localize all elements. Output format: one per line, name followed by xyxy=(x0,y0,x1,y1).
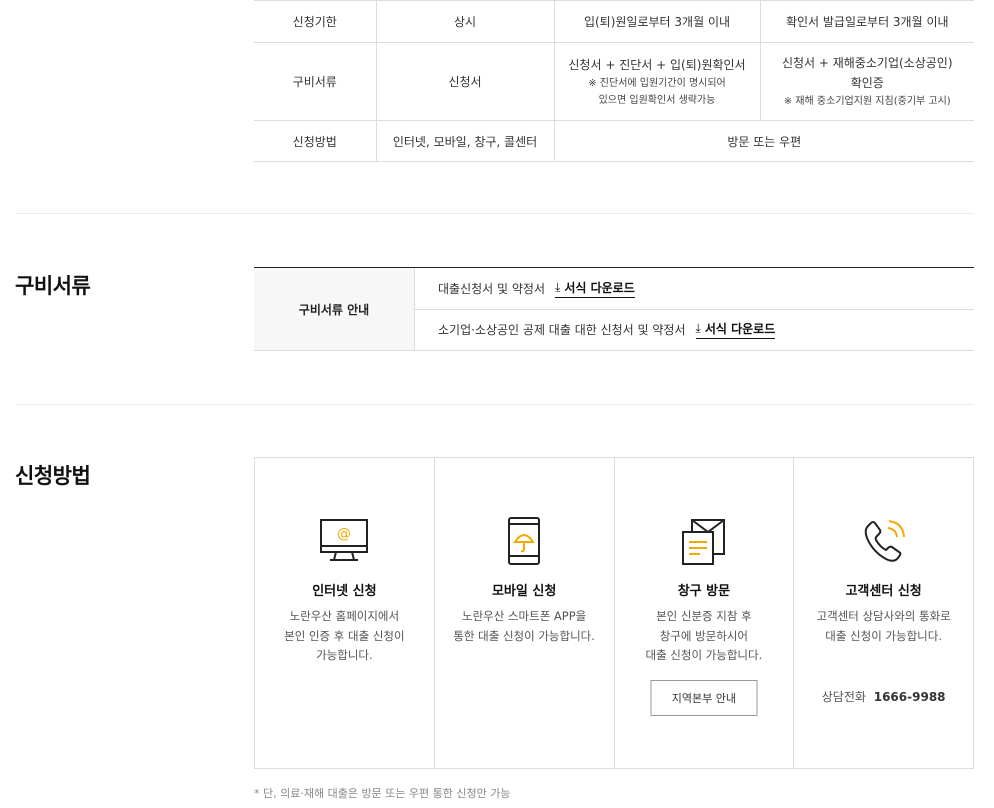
cell-note: ※ 재해 중소기업지원 지침(중기부 고시) xyxy=(783,96,951,107)
documents-table: 구비서류 안내 대출신청서 및 약정서 ⤓ 서식 다운로드 소기업·소상공인 공… xyxy=(254,267,974,351)
download-form-link[interactable]: ⤓ 서식 다운로드 xyxy=(555,279,635,298)
method-card-internet: @ 인터넷 신청 노란우산 홈페이지에서 본인 인증 후 대출 신청이 가능합니… xyxy=(255,458,434,768)
method-title: 고객센터 신청 xyxy=(845,584,922,599)
method-title: 창구 방문 xyxy=(677,584,731,599)
loan-conditions-table: 신청기한 상시 입(퇴)원일로부터 3개월 이내 확인서 발급일로부터 3개월 … xyxy=(254,0,974,162)
table-cell: 신청서 + 재해중소기업(소상공인) 확인증 ※ 재해 중소기업지원 지침(중기… xyxy=(759,42,974,121)
svg-text:@: @ xyxy=(337,526,351,542)
method-description: 노란우산 스마트폰 APP을 통한 대출 신청이 가능합니다. xyxy=(453,609,595,643)
document-name: 대출신청서 및 약정서 xyxy=(438,281,545,296)
application-methods: @ 인터넷 신청 노란우산 홈페이지에서 본인 인증 후 대출 신청이 가능합니… xyxy=(254,457,974,769)
download-link-label: 서식 다운로드 xyxy=(704,322,776,337)
method-description: 노란우산 홈페이지에서 본인 인증 후 대출 신청이 가능합니다. xyxy=(284,609,405,662)
list-item: 대출신청서 및 약정서 ⤓ 서식 다운로드 xyxy=(415,268,974,309)
cell-main-text: 신청서 + 진단서 + 입(퇴)원확인서 xyxy=(568,57,746,72)
table-cell: 상시 xyxy=(375,0,554,43)
phone-call-icon xyxy=(864,520,905,562)
call-center-phone: 상담전화 1666-9988 xyxy=(794,688,973,705)
row-label: 신청기한 xyxy=(254,0,376,43)
table-cell: 신청서 + 진단서 + 입(퇴)원확인서 ※ 진단서에 입원기간이 명시되어 있… xyxy=(553,42,760,121)
table-cell: 입(퇴)원일로부터 3개월 이내 xyxy=(553,0,760,43)
table-cell: 확인서 발급일로부터 3개월 이내 xyxy=(759,0,974,43)
table-cell: 신청서 xyxy=(375,42,554,121)
method-card-branch: 창구 방문 본인 신분증 지참 후 창구에 방문하시어 대출 신청이 가능합니다… xyxy=(613,458,794,768)
download-form-link[interactable]: ⤓ 서식 다운로드 xyxy=(695,320,776,340)
section-title-methods: 신청방법 xyxy=(15,464,91,488)
download-icon: ⤓ xyxy=(695,321,701,336)
download-link-label: 서식 다운로드 xyxy=(564,280,635,295)
section-divider xyxy=(15,404,974,405)
method-title: 모바일 신청 xyxy=(491,584,557,599)
table-row: 구비서류 신청서 신청서 + 진단서 + 입(퇴)원확인서 ※ 진단서에 입원기… xyxy=(254,42,974,121)
method-title: 인터넷 신청 xyxy=(312,584,377,599)
cell-main-text: 신청서 + 재해중소기업(소상공인) 확인증 xyxy=(781,56,953,90)
envelope-document-icon xyxy=(681,519,725,565)
smartphone-umbrella-icon xyxy=(508,517,541,565)
table-cell: 방문 또는 우편 xyxy=(553,120,974,162)
row-label: 구비서류 xyxy=(254,42,376,121)
method-card-mobile: 모바일 신청 노란우산 스마트폰 APP을 통한 대출 신청이 가능합니다. xyxy=(433,458,614,768)
regional-office-button[interactable]: 지역본부 안내 xyxy=(650,680,758,716)
table-row: 신청기한 상시 입(퇴)원일로부터 3개월 이내 확인서 발급일로부터 3개월 … xyxy=(254,0,974,43)
section-divider xyxy=(15,213,974,214)
section-title-documents: 구비서류 xyxy=(15,274,91,298)
monitor-at-icon: @ xyxy=(320,519,369,561)
footnote: * 단, 의료·재해 대출은 방문 또는 우편 통한 신청만 가능 xyxy=(254,787,511,800)
method-card-callcenter: 고객센터 신청 고객센터 상담사와의 통화로 대출 신청이 가능합니다. 상담전… xyxy=(793,458,973,768)
phone-number[interactable]: 1666-9988 xyxy=(874,690,946,704)
table-cell: 인터넷, 모바일, 창구, 콜센터 xyxy=(375,120,554,162)
table-row: 신청방법 인터넷, 모바일, 창구, 콜센터 방문 또는 우편 xyxy=(254,120,974,162)
cell-note: ※ 진단서에 입원기간이 명시되어 있으면 입원확인서 생략가능 xyxy=(588,77,726,106)
method-description: 본인 신분증 지참 후 창구에 방문하시어 대출 신청이 가능합니다. xyxy=(645,609,763,662)
documents-head: 구비서류 안내 xyxy=(254,268,415,350)
phone-label: 상담전화 xyxy=(821,690,866,704)
documents-list: 대출신청서 및 약정서 ⤓ 서식 다운로드 소기업·소상공인 공제 대출 대한 … xyxy=(415,268,974,350)
list-item: 소기업·소상공인 공제 대출 대한 신청서 및 약정서 ⤓ 서식 다운로드 xyxy=(415,308,974,351)
download-icon: ⤓ xyxy=(555,279,561,294)
method-description: 고객센터 상담사와의 통화로 대출 신청이 가능합니다. xyxy=(816,609,951,643)
row-label: 신청방법 xyxy=(254,120,376,162)
document-name: 소기업·소상공인 공제 대출 대한 신청서 및 약정서 xyxy=(438,323,686,338)
